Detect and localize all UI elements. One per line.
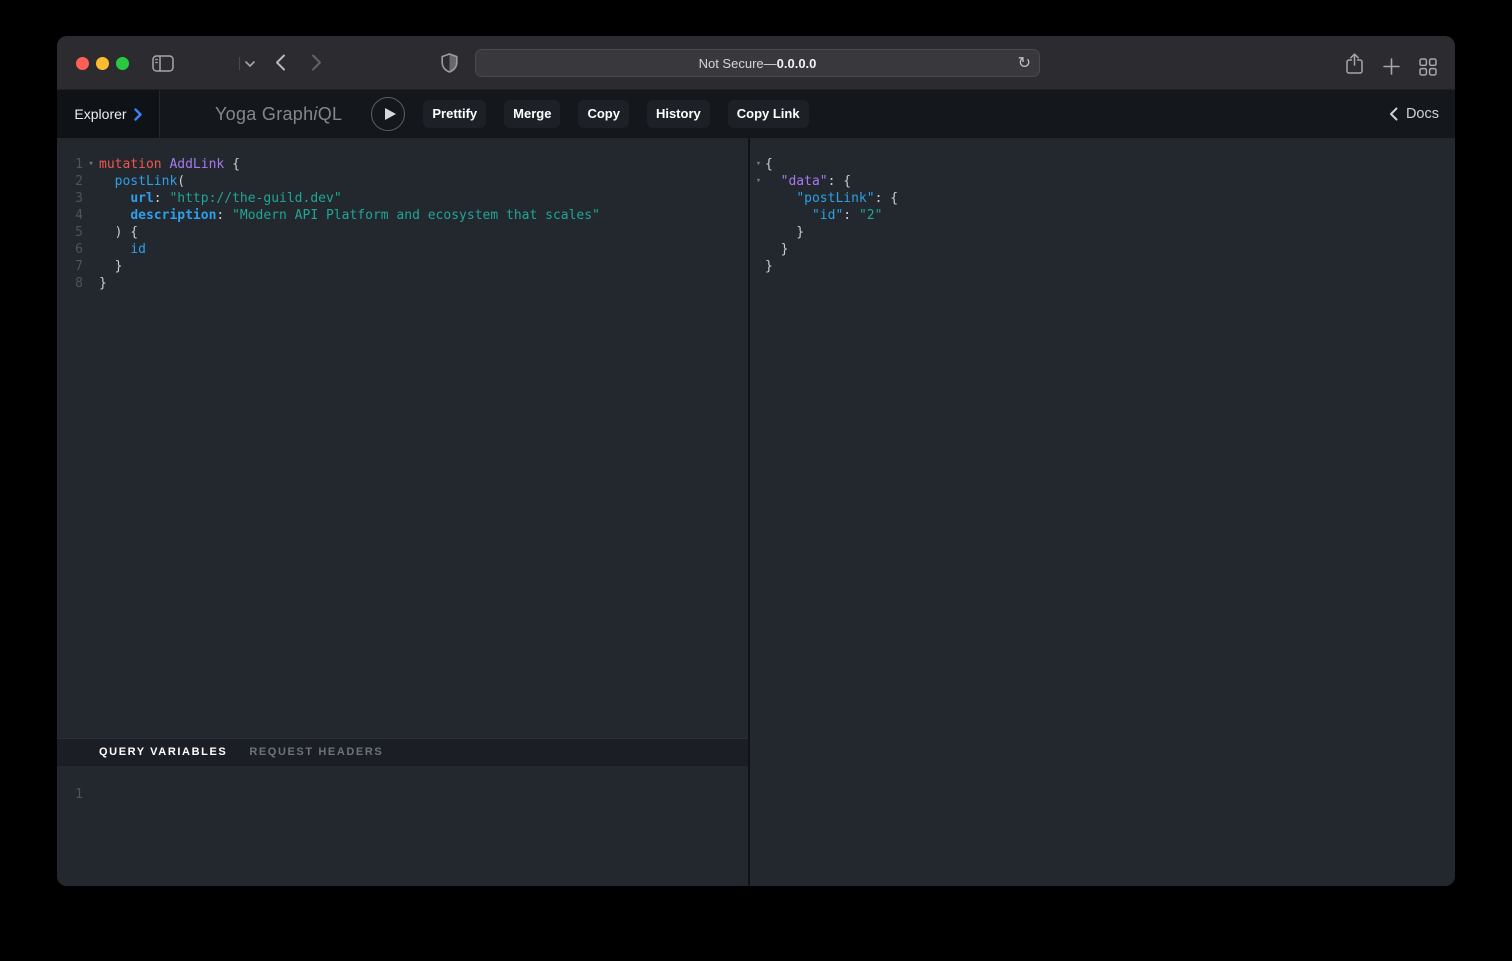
line-number: 3 bbox=[57, 190, 83, 207]
share-icon[interactable] bbox=[1346, 53, 1363, 74]
minimize-window-button[interactable] bbox=[96, 57, 109, 70]
zoom-window-button[interactable] bbox=[116, 57, 129, 70]
browser-window: Not Secure — 0.0.0.0 ↻ bbox=[57, 36, 1455, 886]
line-number: 5 bbox=[57, 224, 83, 241]
url-separator: — bbox=[764, 56, 777, 71]
docs-label: Docs bbox=[1406, 106, 1439, 122]
fold-gutter bbox=[83, 275, 99, 292]
tab-query-variables[interactable]: QUERY VARIABLES bbox=[99, 746, 227, 758]
code-text: "data": { bbox=[765, 173, 851, 190]
fold-gutter bbox=[752, 207, 765, 224]
response-code-line: } bbox=[752, 258, 1455, 275]
privacy-shield-icon[interactable] bbox=[441, 53, 458, 73]
address-bar[interactable]: Not Secure — 0.0.0.0 ↻ bbox=[475, 49, 1040, 77]
docs-button[interactable]: Docs bbox=[1389, 106, 1439, 122]
response-pane: ▾{▾ "data": { "postLink": { "id": "2" } … bbox=[750, 138, 1455, 886]
fold-gutter bbox=[83, 207, 99, 224]
line-number: 4 bbox=[57, 207, 83, 224]
play-icon bbox=[385, 108, 396, 120]
response-code-line: } bbox=[752, 224, 1455, 241]
history-button[interactable]: History bbox=[647, 100, 710, 128]
query-code-line: 7 } bbox=[57, 258, 748, 275]
response-code-line: ▾ "data": { bbox=[752, 173, 1455, 190]
fold-gutter bbox=[752, 241, 765, 258]
fold-arrow-icon[interactable]: ▾ bbox=[83, 156, 99, 173]
query-code-line: 1▾mutation AddLink { bbox=[57, 156, 748, 173]
left-pane: 1▾mutation AddLink {2 postLink(3 url: "h… bbox=[57, 138, 748, 886]
main-content: 1▾mutation AddLink {2 postLink(3 url: "h… bbox=[57, 138, 1455, 886]
close-window-button[interactable] bbox=[76, 57, 89, 70]
response-code-line: ▾{ bbox=[752, 156, 1455, 173]
response-code-line: } bbox=[752, 241, 1455, 258]
query-code-line: 5 ) { bbox=[57, 224, 748, 241]
explorer-label: Explorer bbox=[74, 106, 126, 122]
copy-button[interactable]: Copy bbox=[578, 100, 629, 128]
line-number: 6 bbox=[57, 241, 83, 258]
toolbar-buttons: Prettify Merge Copy History Copy Link bbox=[423, 100, 808, 128]
code-text: mutation AddLink { bbox=[99, 156, 240, 173]
browser-titlebar: Not Secure — 0.0.0.0 ↻ bbox=[57, 36, 1455, 90]
code-text: postLink( bbox=[99, 173, 185, 190]
url-security-label: Not Secure bbox=[699, 56, 764, 71]
line-number: 7 bbox=[57, 258, 83, 275]
fold-gutter bbox=[83, 241, 99, 258]
query-variables-editor[interactable]: 1 bbox=[57, 766, 748, 886]
response-code-line: "postLink": { bbox=[752, 190, 1455, 207]
url-host: 0.0.0.0 bbox=[777, 56, 817, 71]
code-text: description: "Modern API Platform and ec… bbox=[99, 207, 600, 224]
fold-arrow-icon[interactable]: ▾ bbox=[752, 173, 765, 190]
execute-query-button[interactable] bbox=[371, 97, 405, 131]
query-code-line: 6 id bbox=[57, 241, 748, 258]
app-title: Yoga GraphiQL bbox=[215, 104, 342, 125]
fold-gutter bbox=[83, 173, 99, 190]
merge-button[interactable]: Merge bbox=[504, 100, 560, 128]
line-number: 8 bbox=[57, 275, 83, 292]
fold-gutter bbox=[752, 224, 765, 241]
bottom-tabbar: QUERY VARIABLES REQUEST HEADERS bbox=[57, 738, 748, 766]
code-text: } bbox=[765, 241, 788, 258]
query-editor[interactable]: 1▾mutation AddLink {2 postLink(3 url: "h… bbox=[57, 138, 748, 738]
sidebar-toggle-icon[interactable] bbox=[152, 55, 174, 72]
code-text: } bbox=[765, 224, 804, 241]
code-text: } bbox=[765, 258, 773, 275]
query-code-line: 2 postLink( bbox=[57, 173, 748, 190]
code-text: } bbox=[99, 275, 107, 292]
code-text: "id": "2" bbox=[765, 207, 882, 224]
chevron-right-icon bbox=[134, 108, 142, 121]
fold-gutter bbox=[752, 258, 765, 275]
query-code-line: 8} bbox=[57, 275, 748, 292]
copy-link-button[interactable]: Copy Link bbox=[728, 100, 809, 128]
graphiql-toolbar: Explorer Yoga GraphiQL Prettify Merge Copy… bbox=[57, 90, 1455, 138]
chevron-left-icon bbox=[1389, 107, 1398, 121]
code-text: { bbox=[765, 156, 773, 173]
fold-gutter bbox=[83, 190, 99, 207]
tab-overview-icon[interactable] bbox=[1419, 58, 1437, 76]
code-text: id bbox=[99, 241, 146, 258]
code-text: } bbox=[99, 258, 122, 275]
response-code-line: "id": "2" bbox=[752, 207, 1455, 224]
tab-request-headers[interactable]: REQUEST HEADERS bbox=[249, 746, 383, 758]
code-text: ) { bbox=[99, 224, 138, 241]
forward-button[interactable] bbox=[253, 54, 322, 71]
line-number: 2 bbox=[57, 173, 83, 190]
new-tab-icon[interactable] bbox=[1383, 58, 1400, 75]
explorer-toggle-button[interactable]: Explorer bbox=[57, 90, 160, 138]
window-controls bbox=[76, 57, 129, 70]
fold-arrow-icon[interactable]: ▾ bbox=[752, 156, 765, 173]
fold-gutter bbox=[83, 258, 99, 275]
fold-gutter bbox=[752, 190, 765, 207]
response-viewer: ▾{▾ "data": { "postLink": { "id": "2" } … bbox=[750, 138, 1455, 275]
fold-gutter bbox=[83, 224, 99, 241]
reload-icon[interactable]: ↻ bbox=[1018, 53, 1031, 72]
code-text: url: "http://the-guild.dev" bbox=[99, 190, 342, 207]
variables-line-number: 1 bbox=[57, 786, 83, 803]
code-text: "postLink": { bbox=[765, 190, 898, 207]
line-number: 1 bbox=[57, 156, 83, 173]
prettify-button[interactable]: Prettify bbox=[423, 100, 486, 128]
query-code-line: 3 url: "http://the-guild.dev" bbox=[57, 190, 748, 207]
query-code-line: 4 description: "Modern API Platform and … bbox=[57, 207, 748, 224]
